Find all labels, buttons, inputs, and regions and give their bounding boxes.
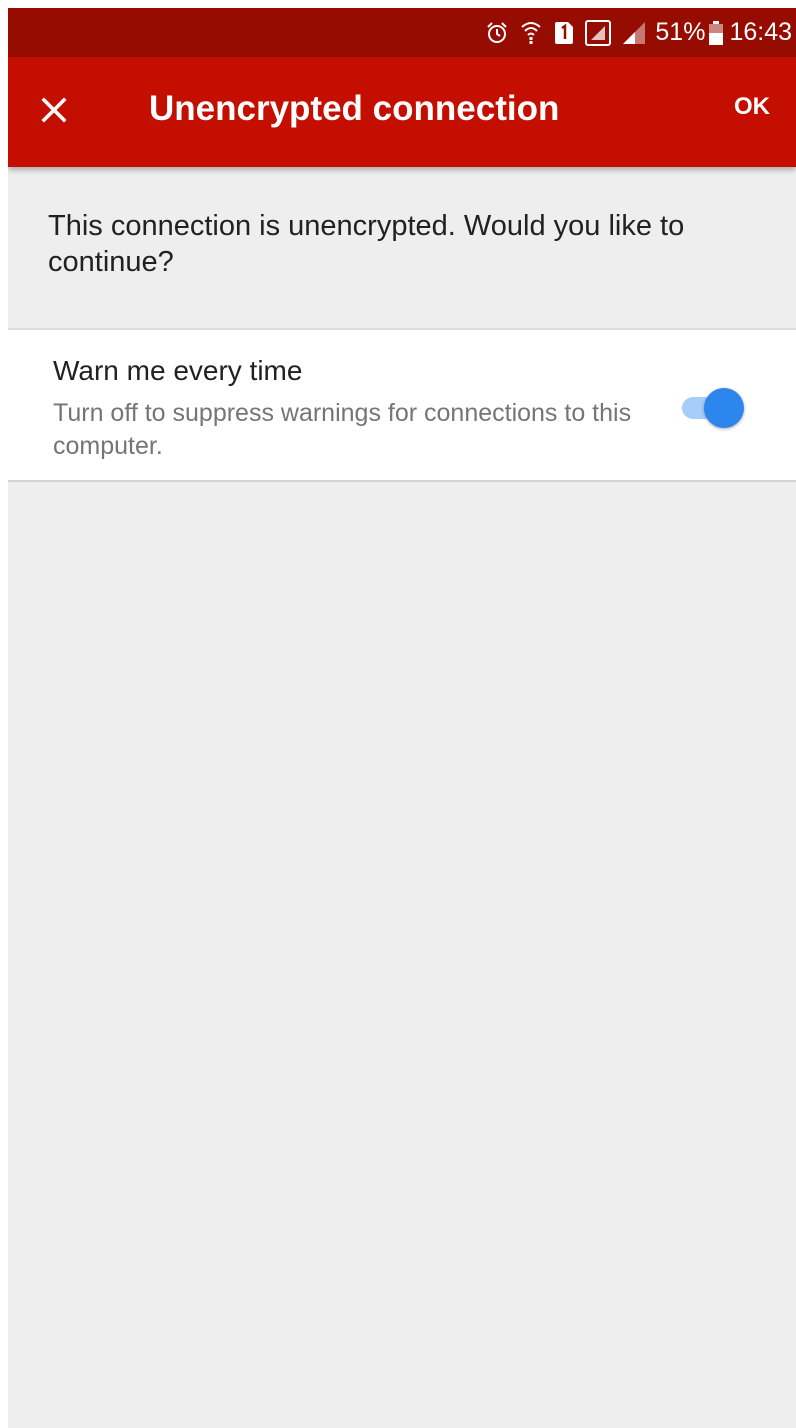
page-title: Unencrypted connection bbox=[149, 89, 560, 128]
app-bar: Unencrypted connection OK bbox=[8, 57, 796, 167]
battery-percent: 51% bbox=[655, 18, 706, 46]
status-bar: 51% 16:43 bbox=[8, 8, 796, 57]
battery-icon bbox=[709, 20, 724, 45]
wifi-calling-icon bbox=[519, 20, 543, 46]
sim-1-icon bbox=[553, 21, 575, 45]
warn-toggle[interactable] bbox=[682, 388, 746, 428]
alarm-icon bbox=[485, 21, 509, 45]
close-icon bbox=[40, 96, 68, 129]
setting-title: Warn me every time bbox=[53, 355, 303, 386]
close-button[interactable] bbox=[26, 84, 82, 140]
status-time: 16:43 bbox=[729, 18, 792, 46]
signal-icon bbox=[621, 20, 647, 46]
screen: 51% 16:43 Unencrypted connection OK This… bbox=[8, 8, 796, 1428]
toggle-thumb bbox=[704, 388, 744, 428]
ok-button[interactable]: OK bbox=[734, 93, 770, 121]
warning-message: This connection is unencrypted. Would yo… bbox=[48, 210, 685, 278]
warn-setting-row[interactable]: Warn me every time Turn off to suppress … bbox=[8, 330, 796, 482]
signal-icon bbox=[585, 19, 612, 46]
setting-description: Turn off to suppress warnings for connec… bbox=[53, 399, 632, 460]
